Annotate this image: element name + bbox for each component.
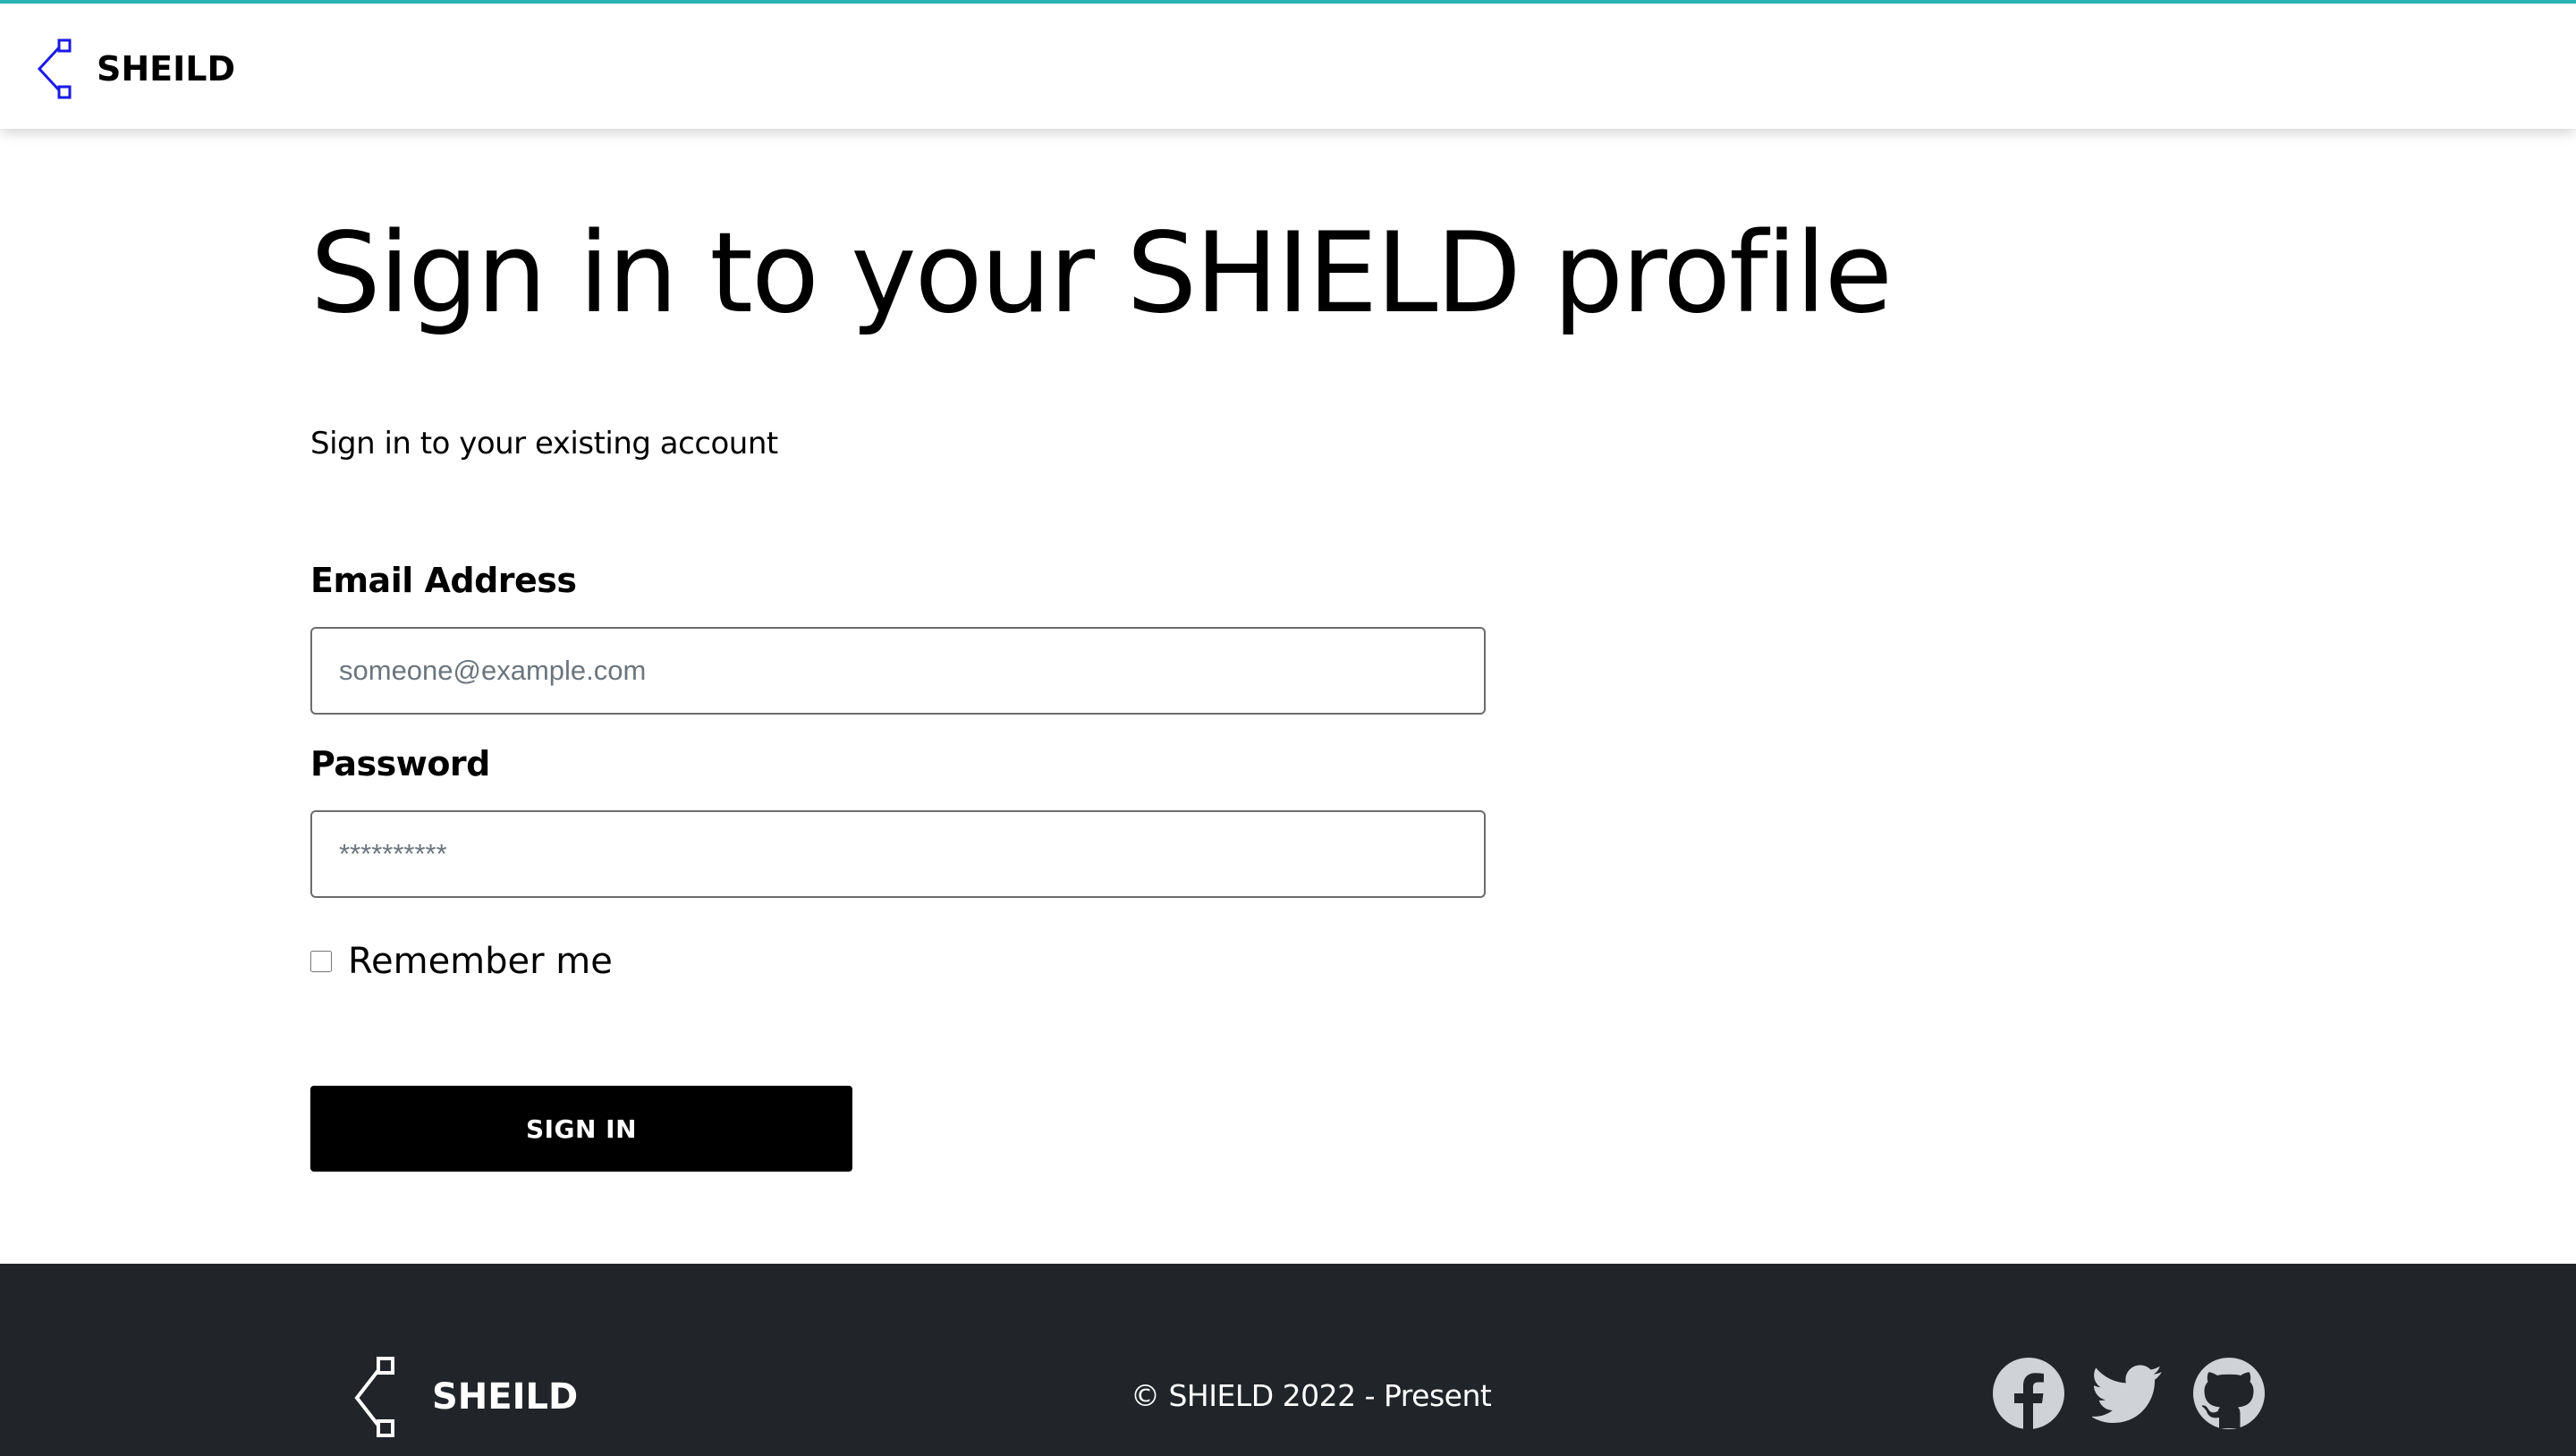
- facebook-icon[interactable]: [1992, 1357, 2065, 1430]
- page-subtitle: Sign in to your existing account: [310, 426, 778, 461]
- email-label: Email Address: [310, 561, 577, 600]
- sign-in-button[interactable]: SIGN IN: [310, 1086, 852, 1172]
- email-input[interactable]: [310, 627, 1486, 715]
- brand-home-link[interactable]: SHEILD: [34, 38, 235, 100]
- page-title: Sign in to your SHIELD profile: [310, 209, 1893, 338]
- top-navbar: SHEILD: [0, 0, 2576, 129]
- twitter-icon[interactable]: [2092, 1357, 2165, 1430]
- copyright-text: © SHIELD 2022 - Present: [1131, 1378, 1492, 1413]
- remember-me-option[interactable]: Remember me: [310, 941, 613, 982]
- shield-logo-icon: [354, 1357, 394, 1437]
- footer-brand-name: SHEILD: [432, 1376, 579, 1418]
- remember-me-label: Remember me: [348, 941, 613, 982]
- footer: SHEILD © SHIELD 2022 - Present: [0, 1264, 2576, 1456]
- password-input[interactable]: [310, 810, 1486, 898]
- footer-brand-link[interactable]: SHEILD: [352, 1357, 578, 1437]
- brand-name: SHEILD: [97, 49, 236, 89]
- password-label: Password: [310, 744, 490, 783]
- github-icon[interactable]: [2192, 1357, 2266, 1430]
- shield-logo-icon: [37, 38, 72, 99]
- remember-me-checkbox[interactable]: [310, 951, 332, 972]
